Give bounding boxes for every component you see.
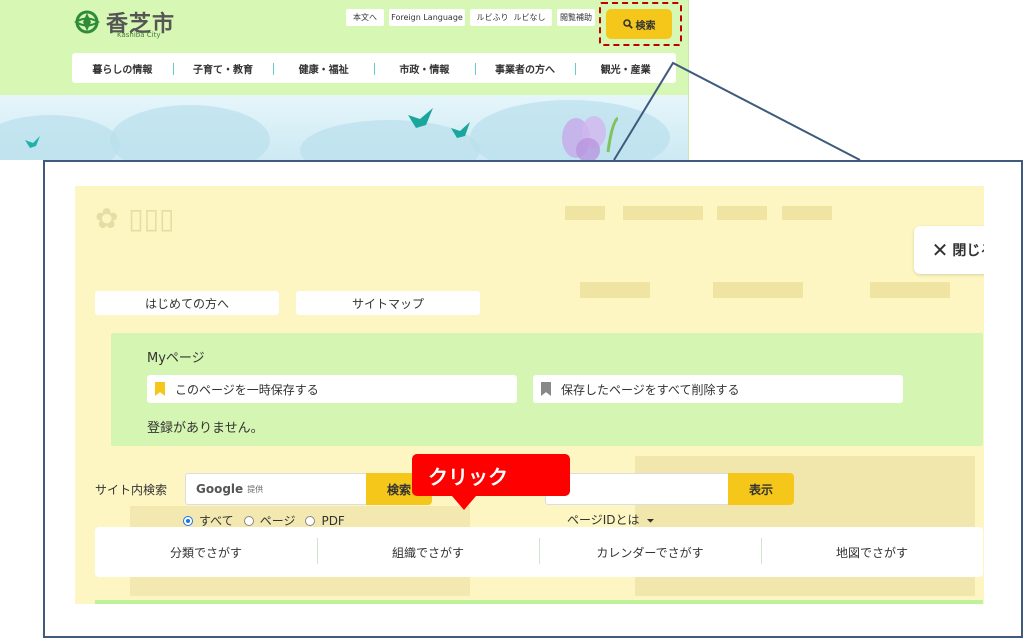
- bookmark-icon: [155, 382, 165, 396]
- gnav-item-business[interactable]: 事業者の方へ: [474, 61, 576, 76]
- ruby-toggle[interactable]: ルビふり ルビなし: [470, 9, 552, 26]
- radio-page[interactable]: [243, 515, 254, 526]
- global-nav: 暮らしの情報 子育て・教育 健康・福祉 市政・情報 事業者の方へ 観光・産業: [72, 53, 676, 83]
- tab-by-map[interactable]: 地図でさがす: [761, 537, 983, 564]
- gnav-item-tourism[interactable]: 観光・産業: [575, 61, 676, 76]
- arrow-icon: ⏷: [643, 516, 655, 527]
- skip-to-content-link[interactable]: 本文へ: [346, 9, 384, 26]
- page-id-show-button[interactable]: 表示: [728, 473, 794, 505]
- flower-icon: [562, 116, 618, 160]
- bookmark-icon: [541, 382, 551, 396]
- page-id-input[interactable]: [545, 473, 729, 505]
- foreign-language-button[interactable]: Foreign Language: [389, 9, 465, 26]
- logo-subtitle: Kashiba City: [117, 31, 161, 39]
- ruby-off-button[interactable]: ルビなし: [514, 12, 546, 23]
- page-id-help-link[interactable]: ページIDとは ⏷: [567, 511, 655, 528]
- ruby-on-button[interactable]: ルビふり: [476, 12, 508, 23]
- search-overlay: ✿ ▯▯▯ ✕ 閉じる はじめての方へ サイトマップ Myページ このページを一…: [75, 186, 984, 604]
- tab-by-organization[interactable]: 組織でさがす: [317, 537, 539, 564]
- bottom-strip: [95, 600, 983, 604]
- city-emblem-icon: [72, 9, 102, 35]
- search-button[interactable]: 検索: [606, 9, 672, 39]
- search-method-tabs: 分類でさがす 組織でさがす カレンダーでさがす 地図でさがす: [95, 527, 983, 577]
- close-button[interactable]: ✕ 閉じる: [914, 226, 984, 274]
- search-button-label: 検索: [635, 20, 656, 32]
- mypage-title: Myページ: [147, 351, 205, 366]
- delete-saved-pages-button[interactable]: 保存したページをすべて削除する: [533, 375, 903, 403]
- page-id-help-label: ページIDとは: [567, 513, 640, 527]
- tab-by-category[interactable]: 分類でさがす: [95, 544, 317, 561]
- reading-assist-button[interactable]: 閲覧補助: [557, 9, 595, 26]
- delete-saved-label: 保存したページをすべて削除する: [561, 382, 740, 397]
- click-callout: クリック: [412, 454, 570, 510]
- gnav-item-health[interactable]: 健康・福祉: [273, 61, 374, 76]
- gnav-item-government[interactable]: 市政・情報: [374, 61, 475, 76]
- bird-icon: [451, 122, 470, 138]
- close-button-label: 閉じる: [952, 243, 984, 259]
- site-header-screenshot: 香芝市 Kashiba City 本文へ Foreign Language ルビ…: [0, 0, 689, 160]
- site-search-label: サイト内検索: [95, 483, 168, 497]
- radio-all[interactable]: [183, 515, 193, 526]
- tab-by-calendar[interactable]: カレンダーでさがす: [539, 537, 761, 564]
- gnav-item-childcare[interactable]: 子育て・教育: [172, 61, 274, 76]
- mypage-panel: Myページ このページを一時保存する 保存したページをすべて削除する 登録があり…: [111, 333, 983, 446]
- provider-label: 提供: [247, 484, 264, 494]
- faded-logo: ✿ ▯▯▯: [95, 202, 175, 235]
- search-icon: [622, 19, 633, 29]
- radio-pdf-label: PDF: [321, 513, 345, 528]
- bird-icon: [25, 136, 40, 148]
- gnav-item-living[interactable]: 暮らしの情報: [72, 61, 173, 76]
- save-page-button[interactable]: このページを一時保存する: [147, 375, 517, 403]
- close-icon: ✕: [931, 238, 949, 262]
- bird-icon: [408, 108, 433, 128]
- radio-pdf[interactable]: [305, 515, 316, 526]
- sitemap-link[interactable]: サイトマップ: [296, 291, 480, 315]
- first-visit-link[interactable]: はじめての方へ: [95, 291, 279, 315]
- mypage-empty-message: 登録がありません。: [147, 421, 264, 436]
- site-search-input[interactable]: Google 提供: [185, 473, 367, 505]
- zoomed-search-panel: ✿ ▯▯▯ ✕ 閉じる はじめての方へ サイトマップ Myページ このページを一…: [43, 160, 1023, 638]
- google-logo: Google: [196, 482, 244, 496]
- save-page-label: このページを一時保存する: [175, 382, 319, 397]
